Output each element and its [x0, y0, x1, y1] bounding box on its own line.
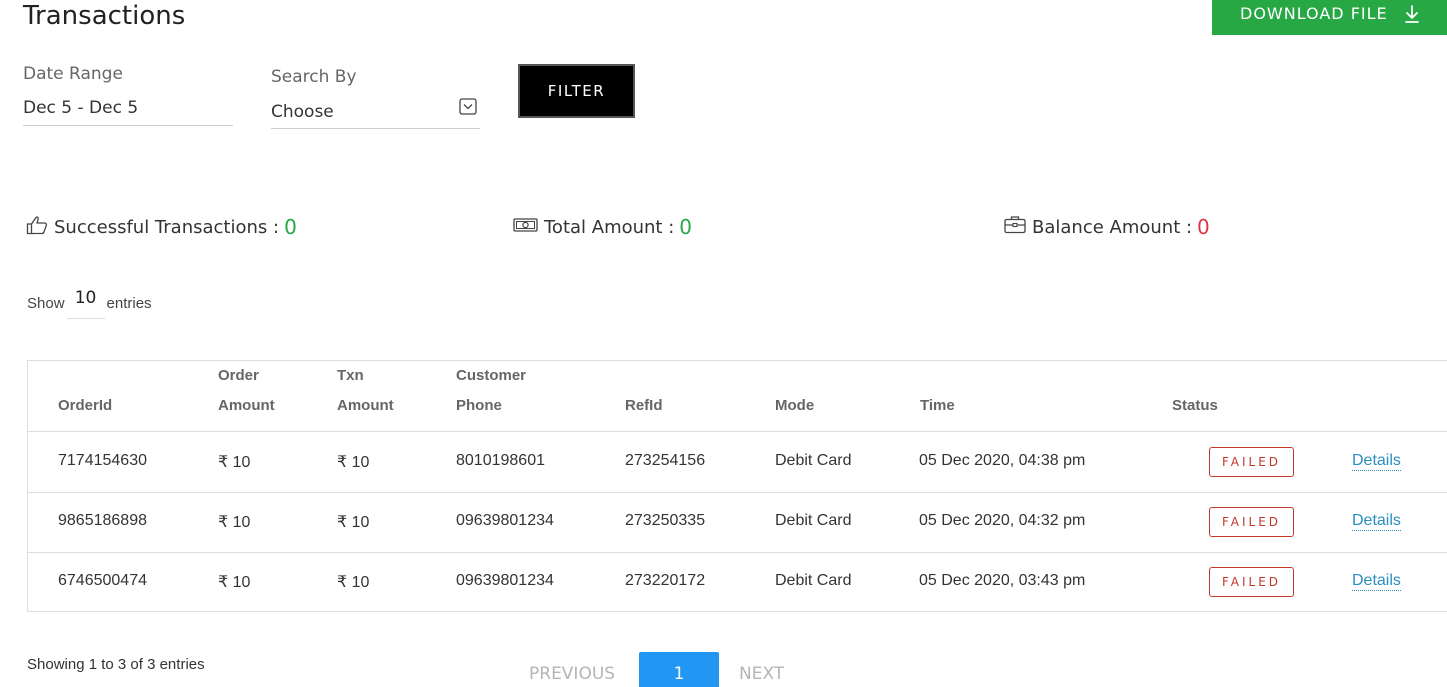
order-id-cell: 9865186898 [58, 512, 147, 529]
status-badge: FAILED [1209, 567, 1294, 597]
successful-transactions-label: Successful Transactions : [54, 216, 280, 238]
header-order-amount-line2[interactable]: Amount [218, 391, 275, 421]
entries-label: entries [106, 294, 152, 312]
header-txn-amount-line2[interactable]: Amount [337, 391, 394, 421]
successful-transactions-stat: Successful Transactions : 0 [26, 213, 297, 241]
header-order-id[interactable]: OrderId [58, 391, 112, 421]
time-cell: 05 Dec 2020, 03:43 pm [919, 572, 1086, 589]
order-amount-cell: ₹ 10 [218, 574, 251, 591]
date-range-underline [23, 125, 233, 126]
header-ref-id[interactable]: RefId [625, 391, 663, 421]
details-link[interactable]: Details [1352, 512, 1401, 531]
balance-amount-stat: Balance Amount : 0 [1004, 213, 1210, 241]
header-txn-amount-line1[interactable]: Txn [337, 361, 364, 391]
order-amount-cell: ₹ 10 [218, 454, 251, 471]
header-time[interactable]: Time [920, 391, 955, 421]
mode-cell: Debit Card [775, 572, 852, 589]
balance-amount-value: 0 [1197, 215, 1210, 239]
customer-phone-cell: 8010198601 [456, 452, 545, 469]
header-mode[interactable]: Mode [775, 391, 814, 421]
page-title: Transactions [23, 1, 186, 31]
briefcase-icon [1004, 215, 1032, 239]
header-status[interactable]: Status [1172, 391, 1218, 421]
order-amount-cell: ₹ 10 [218, 514, 251, 531]
txn-amount-cell: ₹ 10 [337, 454, 370, 471]
total-amount-stat: Total Amount : 0 [513, 213, 692, 241]
table-info-text: Showing 1 to 3 of 3 entries [27, 656, 205, 673]
customer-phone-cell: 09639801234 [456, 572, 554, 589]
download-icon [1404, 4, 1420, 23]
details-link[interactable]: Details [1352, 572, 1401, 591]
current-page-button[interactable]: 1 [639, 652, 719, 687]
ref-id-cell: 273220172 [625, 572, 706, 589]
time-cell: 05 Dec 2020, 04:32 pm [919, 512, 1086, 529]
header-order-amount-line1[interactable]: Order [218, 361, 259, 391]
ref-id-cell: 273254156 [625, 452, 706, 469]
details-link[interactable]: Details [1352, 452, 1401, 471]
ref-id-cell: 273250335 [625, 512, 706, 529]
header-customer-phone-line2[interactable]: Phone [456, 391, 502, 421]
transactions-table: OrderId Order Amount Txn Amount Customer… [27, 360, 1447, 612]
mode-cell: Debit Card [775, 512, 852, 529]
status-badge: FAILED [1209, 447, 1294, 477]
table-row: 6746500474 ₹ 10 ₹ 10 09639801234 2732201… [28, 552, 1447, 612]
entries-length-control: Show 10 entries [27, 287, 152, 319]
time-cell: 05 Dec 2020, 04:38 pm [919, 452, 1086, 469]
search-by-select[interactable]: Choose [271, 102, 334, 122]
header-customer-phone-line1[interactable]: Customer [456, 361, 526, 391]
entries-count-select[interactable]: 10 [66, 287, 105, 319]
show-label: Show [27, 294, 65, 312]
date-range-label: Date Range [23, 64, 123, 84]
txn-amount-cell: ₹ 10 [337, 574, 370, 591]
order-id-cell: 6746500474 [58, 572, 147, 589]
mode-cell: Debit Card [775, 452, 852, 469]
order-id-cell: 7174154630 [58, 452, 147, 469]
download-file-button[interactable]: DOWNLOAD FILE [1212, 0, 1447, 35]
previous-page-button[interactable]: PREVIOUS [529, 664, 615, 684]
total-amount-value: 0 [679, 215, 693, 239]
txn-amount-cell: ₹ 10 [337, 514, 370, 531]
balance-amount-label: Balance Amount : [1032, 216, 1193, 238]
date-range-input[interactable]: Dec 5 - Dec 5 [23, 98, 138, 118]
status-badge: FAILED [1209, 507, 1294, 537]
filter-button[interactable]: FILTER [518, 64, 635, 118]
successful-transactions-value: 0 [284, 215, 297, 239]
banknote-icon [513, 217, 544, 238]
chevron-down-icon[interactable] [459, 98, 477, 115]
table-row: 7174154630 ₹ 10 ₹ 10 8010198601 27325415… [28, 432, 1447, 492]
download-file-label: DOWNLOAD FILE [1240, 4, 1388, 23]
customer-phone-cell: 09639801234 [456, 512, 554, 529]
total-amount-label: Total Amount : [544, 216, 675, 238]
next-page-button[interactable]: NEXT [739, 664, 784, 684]
table-row: 9865186898 ₹ 10 ₹ 10 09639801234 2732503… [28, 492, 1447, 552]
search-by-label: Search By [271, 67, 357, 87]
search-by-underline [271, 128, 480, 129]
thumbs-up-icon [26, 215, 54, 240]
